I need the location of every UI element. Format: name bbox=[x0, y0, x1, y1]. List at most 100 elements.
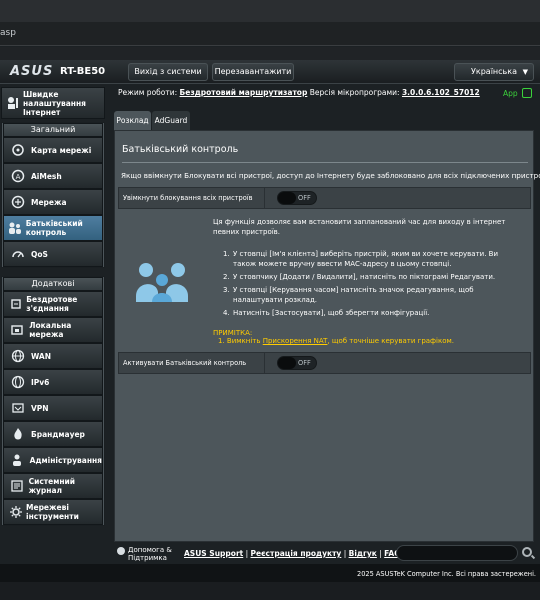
network-icon bbox=[7, 193, 29, 211]
browser-address-bar[interactable]: asp bbox=[0, 22, 540, 46]
firmware-label: Версія мікропрограми: bbox=[309, 88, 400, 97]
network-map-icon bbox=[7, 141, 29, 159]
sidebar-item-label: Мережеві інструменти bbox=[26, 503, 79, 521]
toggle-state: OFF bbox=[298, 194, 311, 202]
toggle-knob bbox=[278, 192, 296, 204]
wireless-icon bbox=[7, 295, 24, 313]
administration-icon bbox=[7, 451, 28, 469]
mode-value-link[interactable]: Бездротовий маршрутизатор bbox=[180, 88, 308, 97]
nat-acceleration-link[interactable]: Прискорення NAT bbox=[263, 337, 328, 345]
router-header: ASUS RT-BE50 Вихід з системи Перезаванта… bbox=[0, 60, 540, 84]
status-line: Режим роботи: Бездротовий маршрутизатор … bbox=[118, 88, 480, 97]
sidebar-item-label: WAN bbox=[31, 351, 52, 361]
logout-button[interactable]: Вихід з системи bbox=[128, 63, 208, 81]
language-value: Українська bbox=[471, 67, 517, 76]
help-support-link[interactable]: Допомога & Підтримка bbox=[117, 546, 172, 562]
parental-control-panel: Батьківський контроль Якщо ввімкнути Бло… bbox=[114, 130, 540, 542]
toggle-knob bbox=[278, 357, 296, 369]
lan-icon bbox=[7, 321, 27, 339]
sidebar-item-lan[interactable]: Локальна мережа bbox=[3, 317, 103, 343]
note-title: ПРИМІТКА: bbox=[213, 329, 253, 337]
toggle-state: OFF bbox=[298, 359, 311, 367]
sidebar-item-label: Батьківський контроль bbox=[25, 219, 83, 237]
sidebar-item-label: Швидке налаштування Інтернет bbox=[23, 89, 86, 117]
sidebar-item-administration[interactable]: Адміністрування bbox=[3, 447, 103, 473]
search-input[interactable] bbox=[396, 545, 518, 561]
sidebar-item-network[interactable]: Мережа bbox=[3, 189, 103, 215]
note-text: 1. Вимкніть Прискорення NAT, щоб точніше… bbox=[218, 337, 455, 345]
general-section: Загальний Карта мережі A AiMesh Мережа Б… bbox=[1, 122, 105, 268]
language-select[interactable]: Українська ▼ bbox=[454, 63, 534, 81]
sidebar-item-ipv6[interactable]: IPv6 bbox=[3, 369, 103, 395]
system-log-icon bbox=[7, 477, 27, 495]
advanced-header: Додаткові налаштування bbox=[3, 277, 103, 300]
list-item: 4. Натисніть [Застосувати], щоб зберегти … bbox=[223, 309, 430, 317]
sidebar-item-vpn[interactable]: VPN bbox=[3, 395, 103, 421]
firewall-icon bbox=[7, 425, 29, 443]
sidebar-item-label: Карта мережі bbox=[31, 145, 92, 155]
sidebar-item-label: AiMesh bbox=[31, 171, 62, 181]
list-item: 2. У стовпчику [Додати / Видалити], натис… bbox=[223, 273, 496, 281]
general-header: Загальний bbox=[3, 123, 103, 137]
aimesh-icon: A bbox=[7, 167, 29, 185]
sidebar-item-aimesh[interactable]: A AiMesh bbox=[3, 163, 103, 189]
sidebar-item-quick-setup[interactable]: Швидке налаштування Інтернет bbox=[1, 87, 105, 119]
row-divider bbox=[264, 188, 265, 208]
sidebar-item-label: Бездротове з'єднання bbox=[26, 295, 78, 313]
search-icon[interactable] bbox=[522, 547, 532, 557]
sidebar-item-network-map[interactable]: Карта мережі bbox=[3, 137, 103, 163]
feedback-link[interactable]: Відгук bbox=[349, 549, 377, 558]
list-item: 3. У стовпці [Керування часом] натисніть … bbox=[223, 286, 474, 304]
asus-support-link[interactable]: ASUS Support bbox=[184, 549, 243, 558]
list-item: 1. У стовпці [Ім'я клієнта] виберіть прис… bbox=[223, 250, 498, 268]
help-icon bbox=[117, 547, 125, 555]
block-all-toggle[interactable]: OFF bbox=[277, 191, 317, 205]
browser-tab-strip bbox=[0, 0, 540, 22]
address-text: asp bbox=[0, 28, 16, 38]
bottom-bar bbox=[0, 582, 540, 600]
block-all-label: Увімкнути блокування всіх пристроїв bbox=[123, 194, 253, 202]
sidebar-item-label: Локальна мережа bbox=[29, 321, 72, 339]
advanced-section: Додаткові налаштування Бездротове з'єдна… bbox=[1, 276, 105, 526]
sidebar-item-label: Адміністрування bbox=[29, 455, 102, 465]
app-icon[interactable] bbox=[522, 88, 532, 98]
instruction-steps: 1. У стовпці [Ім'я клієнта] виберіть прис… bbox=[223, 249, 523, 321]
enable-parental-label: Активувати Батьківський контроль bbox=[123, 359, 247, 367]
product-registration-link[interactable]: Реєстрація продукту bbox=[251, 549, 342, 558]
page-title: Батьківський контроль bbox=[122, 144, 239, 155]
reboot-button[interactable]: Перезавантажити bbox=[212, 63, 294, 81]
browser-gap bbox=[0, 47, 540, 60]
quick-setup-icon bbox=[5, 94, 21, 112]
title-divider bbox=[122, 162, 528, 163]
sidebar-item-parental-control[interactable]: Батьківський контроль bbox=[3, 215, 103, 241]
app-link[interactable]: App bbox=[503, 89, 518, 98]
sidebar-item-network-tools[interactable]: Мережеві інструменти bbox=[3, 499, 103, 525]
feature-intro: Ця функція дозволяє вам встановити запла… bbox=[213, 218, 506, 236]
vpn-icon bbox=[7, 399, 29, 417]
sidebar-item-wan[interactable]: WAN bbox=[3, 343, 103, 369]
sidebar-item-qos[interactable]: QoS bbox=[3, 241, 103, 267]
sidebar: Швидке налаштування Інтернет Загальний К… bbox=[0, 87, 106, 526]
family-illustration-icon bbox=[136, 263, 188, 302]
sidebar-item-wireless[interactable]: Бездротове з'єднання bbox=[3, 291, 103, 317]
firmware-value-link[interactable]: 3.0.0.6.102_57012 bbox=[402, 88, 480, 97]
sidebar-item-label: Мережа bbox=[31, 197, 67, 207]
model-name: RT-BE50 bbox=[60, 66, 106, 77]
enable-parental-toggle[interactable]: OFF bbox=[277, 356, 317, 370]
chevron-down-icon: ▼ bbox=[522, 68, 528, 76]
asus-logo: ASUS bbox=[10, 64, 54, 79]
mode-label: Режим роботи: bbox=[118, 88, 178, 97]
wan-icon bbox=[7, 347, 29, 365]
tab-adguard[interactable]: AdGuard bbox=[152, 111, 190, 130]
sidebar-item-label: VPN bbox=[31, 403, 49, 413]
sidebar-item-label: Системний журнал bbox=[28, 477, 76, 495]
sidebar-item-label: Брандмауер bbox=[31, 429, 85, 439]
sidebar-item-firewall[interactable]: Брандмауер bbox=[3, 421, 103, 447]
sidebar-item-system-log[interactable]: Системний журнал bbox=[3, 473, 103, 499]
svg-text:A: A bbox=[16, 173, 21, 181]
network-tools-icon bbox=[7, 503, 24, 521]
row-divider bbox=[264, 353, 265, 373]
tab-schedule[interactable]: Розклад bbox=[114, 111, 151, 130]
footer-links: ASUS Support | Реєстрація продукту | Від… bbox=[184, 549, 401, 558]
sidebar-item-label: QoS bbox=[31, 249, 48, 259]
